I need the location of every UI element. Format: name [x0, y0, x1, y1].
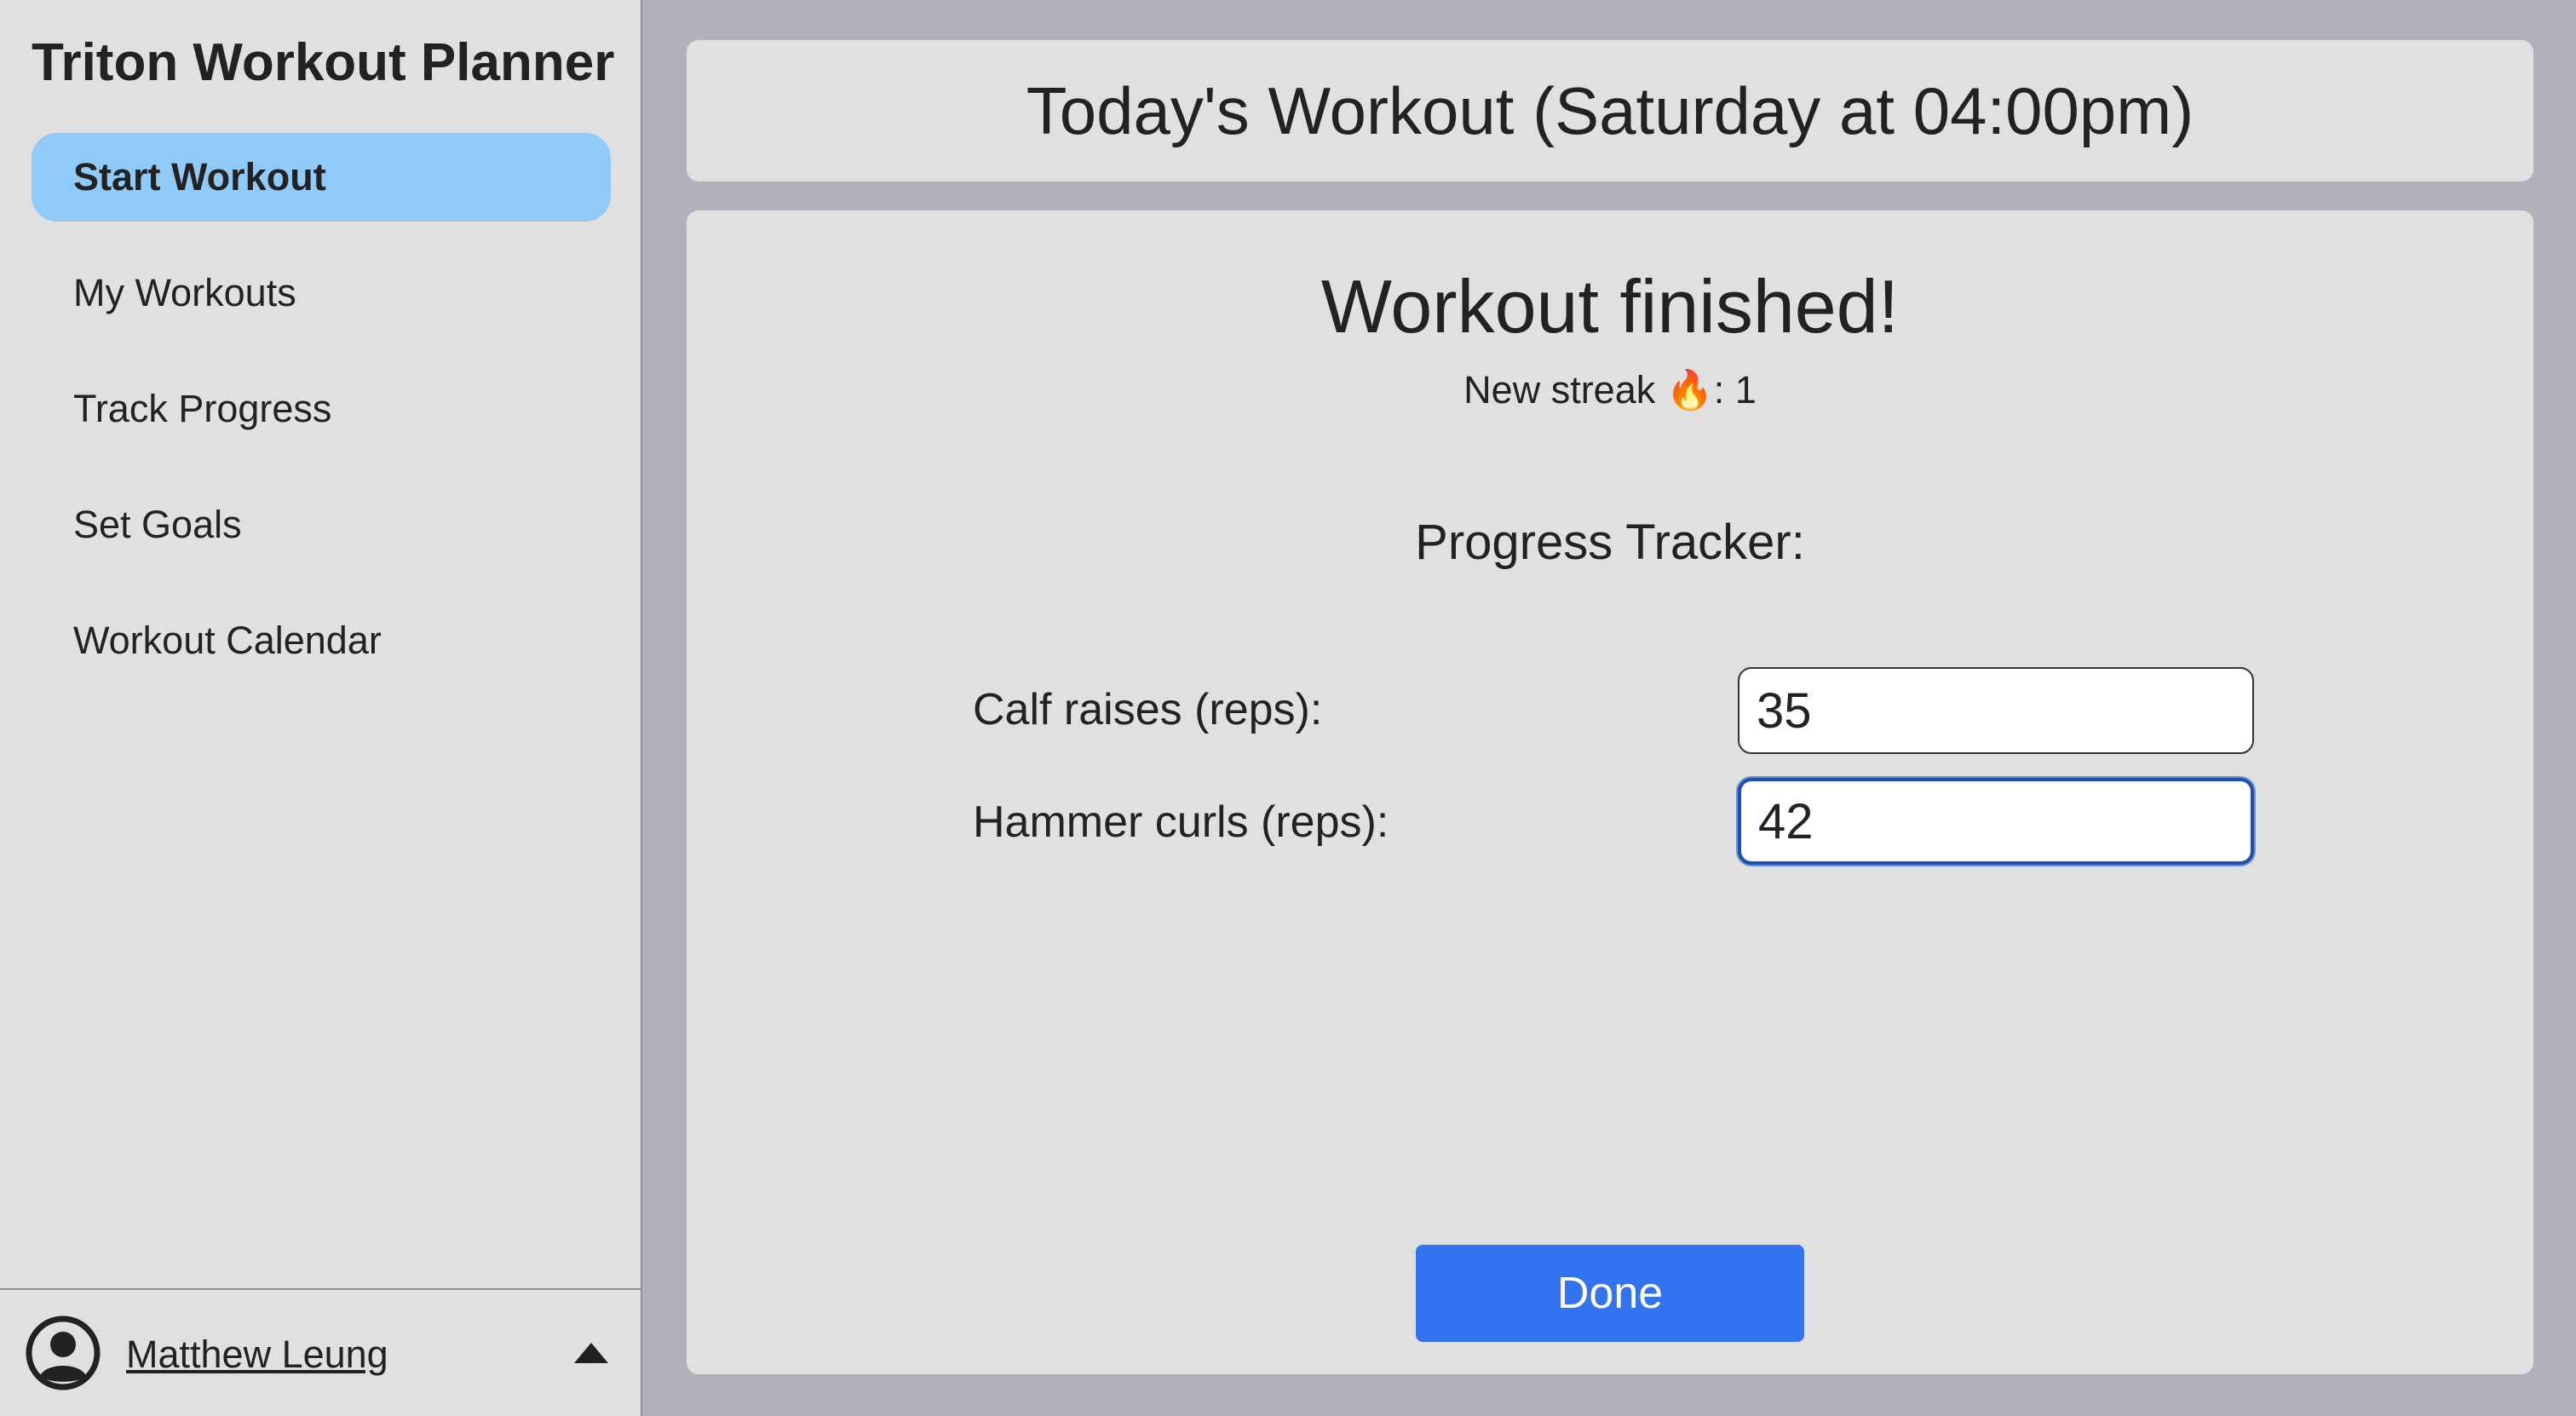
sidebar-item-track-progress[interactable]: Track Progress	[32, 365, 611, 453]
user-name-link[interactable]: Matthew Leung	[126, 1333, 388, 1377]
calf-raises-label: Calf raises (reps):	[973, 685, 1323, 734]
calf-raises-input[interactable]	[1738, 667, 2254, 754]
caret-up-icon[interactable]	[572, 1341, 610, 1365]
streak-text: New streak 🔥: 1	[1463, 368, 1757, 412]
user-bar: Matthew Leung	[0, 1288, 641, 1416]
workout-finished-heading: Workout finished!	[1320, 264, 1900, 348]
user-circle-icon[interactable]	[26, 1315, 101, 1390]
workout-summary-panel: Workout finished! New streak 🔥: 1 Progre…	[687, 210, 2533, 1374]
progress-tracker-title: Progress Tracker:	[1415, 515, 1805, 570]
page-title: Today's Workout (Saturday at 04:00pm)	[1026, 72, 2194, 148]
hammer-curls-label: Hammer curls (reps):	[973, 797, 1389, 847]
hammer-curls-input[interactable]	[1738, 778, 2254, 865]
sidebar-item-my-workouts[interactable]: My Workouts	[32, 249, 611, 337]
header-card: Today's Workout (Saturday at 04:00pm)	[687, 40, 2533, 181]
sidebar: Triton Workout Planner Start Workout My …	[0, 0, 642, 1416]
sidebar-nav: Start Workout My Workouts Track Progress…	[32, 133, 611, 712]
sidebar-item-start-workout[interactable]: Start Workout	[32, 133, 611, 222]
done-button[interactable]: Done	[1416, 1245, 1804, 1342]
sidebar-item-workout-calendar[interactable]: Workout Calendar	[32, 596, 611, 685]
sidebar-item-set-goals[interactable]: Set Goals	[32, 481, 611, 569]
app-title: Triton Workout Planner	[32, 33, 615, 92]
